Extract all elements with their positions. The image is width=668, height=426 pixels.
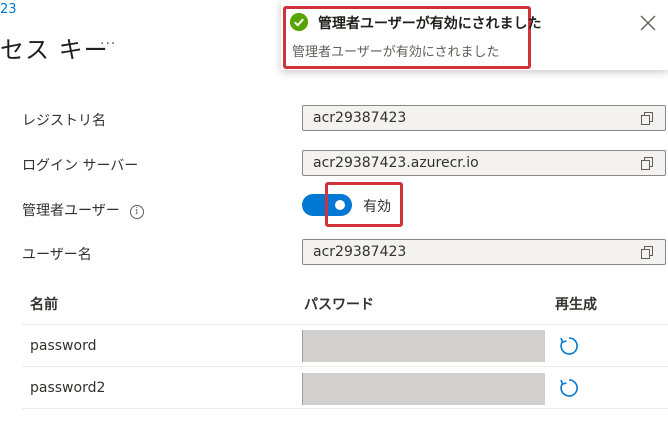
registry-name-field[interactable]: acr29387423 bbox=[302, 105, 666, 131]
column-header-password: パスワード bbox=[304, 297, 374, 313]
column-header-regenerate: 再生成 bbox=[555, 297, 597, 313]
login-server-field[interactable]: acr29387423.azurecr.io bbox=[302, 150, 666, 176]
table-divider bbox=[22, 324, 668, 325]
login-server-label: ログイン サーバー bbox=[22, 158, 139, 174]
refresh-icon[interactable] bbox=[558, 377, 580, 399]
username-label: ユーザー名 bbox=[22, 247, 92, 263]
toggle-highlight-box bbox=[325, 182, 403, 227]
column-header-name: 名前 bbox=[30, 297, 58, 313]
row-name: password2 bbox=[30, 380, 106, 396]
username-value: acr29387423 bbox=[313, 244, 407, 260]
table-divider bbox=[22, 366, 668, 367]
admin-user-label: 管理者ユーザー bbox=[22, 203, 120, 219]
page-title: セス キー bbox=[0, 36, 109, 64]
admin-user-label-row: 管理者ユーザー i bbox=[22, 200, 144, 220]
check-circle-icon bbox=[290, 13, 308, 31]
registry-name-value: acr29387423 bbox=[313, 110, 407, 126]
refresh-icon[interactable] bbox=[558, 335, 580, 357]
copy-icon[interactable] bbox=[641, 157, 653, 170]
login-server-value: acr29387423.azurecr.io bbox=[313, 155, 479, 171]
toast-message: 管理者ユーザーが有効にされました bbox=[292, 45, 500, 60]
registry-name-label: レジストリ名 bbox=[22, 113, 106, 129]
password-masked-field[interactable] bbox=[302, 330, 545, 362]
table-divider bbox=[22, 408, 668, 409]
password-masked-field[interactable] bbox=[302, 373, 545, 405]
toast-title: 管理者ユーザーが有効にされました bbox=[318, 16, 542, 32]
copy-icon[interactable] bbox=[641, 112, 653, 125]
copy-icon[interactable] bbox=[641, 246, 653, 259]
breadcrumb[interactable]: 23 bbox=[0, 2, 17, 17]
username-field[interactable]: acr29387423 bbox=[302, 239, 666, 265]
row-name: password bbox=[30, 338, 97, 354]
notification-toast: 管理者ユーザーが有効にされました 管理者ユーザーが有効にされました bbox=[281, 0, 668, 70]
close-icon[interactable] bbox=[639, 14, 657, 32]
info-icon[interactable]: i bbox=[129, 205, 144, 219]
more-options-button[interactable]: ··· bbox=[100, 36, 116, 52]
